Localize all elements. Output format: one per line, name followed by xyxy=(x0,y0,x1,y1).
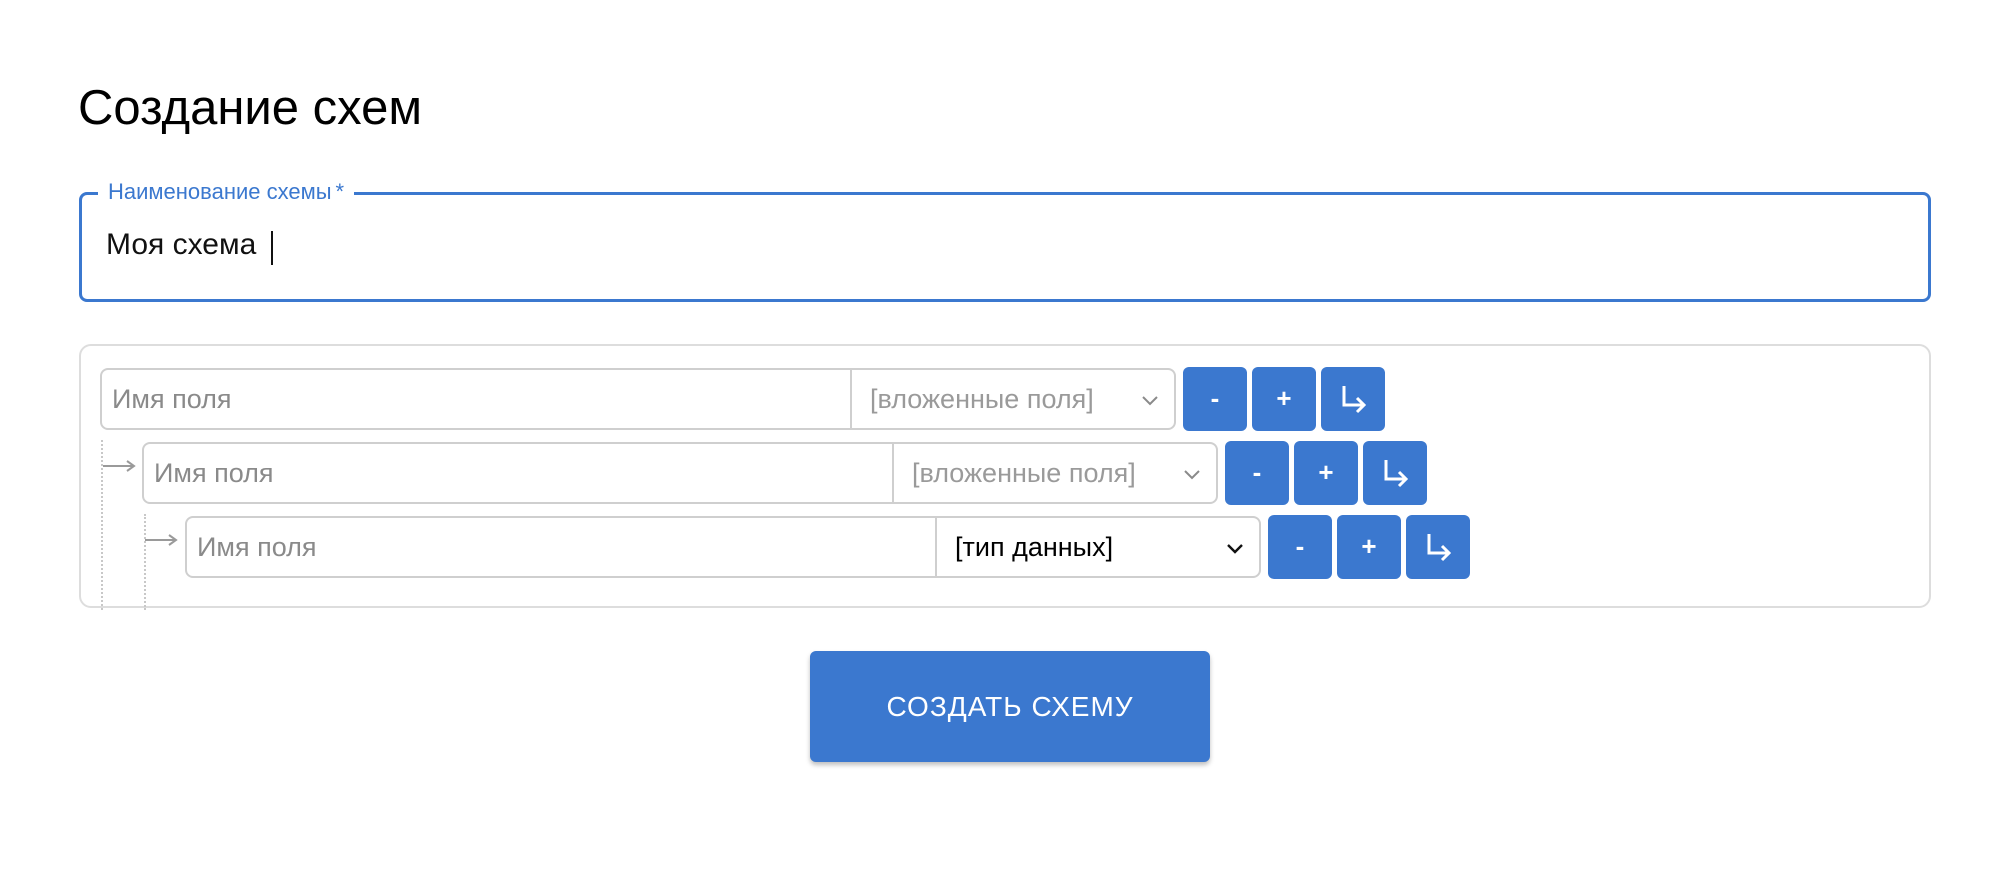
add-field-button[interactable]: + xyxy=(1252,367,1316,431)
remove-field-button[interactable]: - xyxy=(1225,441,1289,505)
add-nested-field-button[interactable] xyxy=(1321,367,1385,431)
create-schema-button[interactable]: СОЗДАТЬ СХЕМУ xyxy=(810,651,1210,762)
schema-name-label: Наименование схемы * xyxy=(98,177,355,207)
field-row-level-2: [вложенные поля] xyxy=(142,442,1218,504)
nesting-arrow-icon xyxy=(103,460,136,472)
field-type-select-value: [вложенные поля] xyxy=(912,458,1136,488)
schema-name-input[interactable] xyxy=(106,215,1886,275)
field-type-select[interactable]: [вложенные поля] xyxy=(851,368,1176,430)
required-mark: * xyxy=(335,179,345,204)
add-field-button-label: + xyxy=(1276,383,1292,413)
nesting-guide-line xyxy=(144,514,146,610)
remove-field-button[interactable]: - xyxy=(1268,515,1332,579)
field-name-input[interactable] xyxy=(100,368,852,430)
field-row-level-1: [вложенные поля] xyxy=(100,368,1176,430)
page-title: Создание схем xyxy=(78,81,423,135)
add-field-button-label: + xyxy=(1361,531,1377,561)
add-nested-field-button[interactable] xyxy=(1406,515,1470,579)
schema-creation-page: Создание схем Наименование схемы* [вложе… xyxy=(0,0,2006,896)
remove-field-button-label: - xyxy=(1252,457,1262,487)
return-arrow-icon xyxy=(1427,534,1452,562)
field-name-input[interactable] xyxy=(142,442,894,504)
field-row-level-3: [тип данных] xyxy=(185,516,1261,578)
field-name-input[interactable] xyxy=(185,516,937,578)
add-field-button-label: + xyxy=(1318,457,1334,487)
field-type-select[interactable]: [тип данных] xyxy=(936,516,1261,578)
remove-field-button-label: - xyxy=(1210,383,1220,413)
schema-name-field[interactable]: Наименование схемы * xyxy=(79,177,1931,302)
add-field-button[interactable]: + xyxy=(1294,441,1358,505)
chevron-down-icon xyxy=(1227,544,1243,554)
field-type-select[interactable]: [вложенные поля] xyxy=(893,442,1218,504)
field-type-select-value: [вложенные поля] xyxy=(870,384,1094,414)
chevron-down-icon xyxy=(1184,470,1200,480)
text-cursor xyxy=(271,231,273,265)
nesting-arrow-icon xyxy=(145,534,178,546)
fields-panel: [вложенные поля] - + [вложенные поля] - … xyxy=(79,344,1931,610)
add-nested-field-button[interactable] xyxy=(1363,441,1427,505)
remove-field-button[interactable]: - xyxy=(1183,367,1247,431)
return-arrow-icon xyxy=(1342,386,1367,414)
schema-name-label-text: Наименование схемы xyxy=(108,179,332,204)
chevron-down-icon xyxy=(1142,396,1158,406)
remove-field-button-label: - xyxy=(1295,531,1305,561)
return-arrow-icon xyxy=(1384,460,1409,488)
add-field-button[interactable]: + xyxy=(1337,515,1401,579)
field-type-select-value: [тип данных] xyxy=(955,532,1114,562)
